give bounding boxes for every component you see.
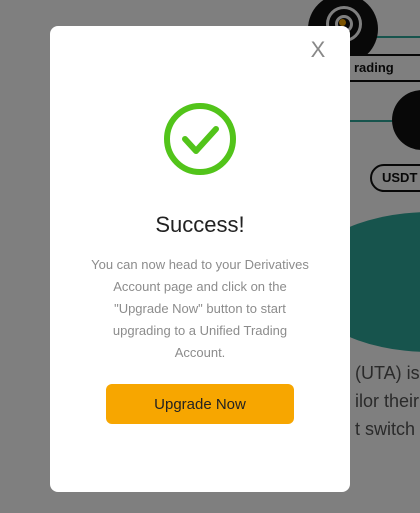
dialog-title: Success! [155,212,245,237]
dialog-message: You can now head to your Derivatives Acc… [91,257,309,360]
success-check-icon [163,102,237,176]
success-dialog: X Success! You can now head to your Deri… [50,26,350,492]
upgrade-now-button[interactable]: Upgrade Now [106,384,294,424]
close-icon[interactable]: X [308,39,328,61]
